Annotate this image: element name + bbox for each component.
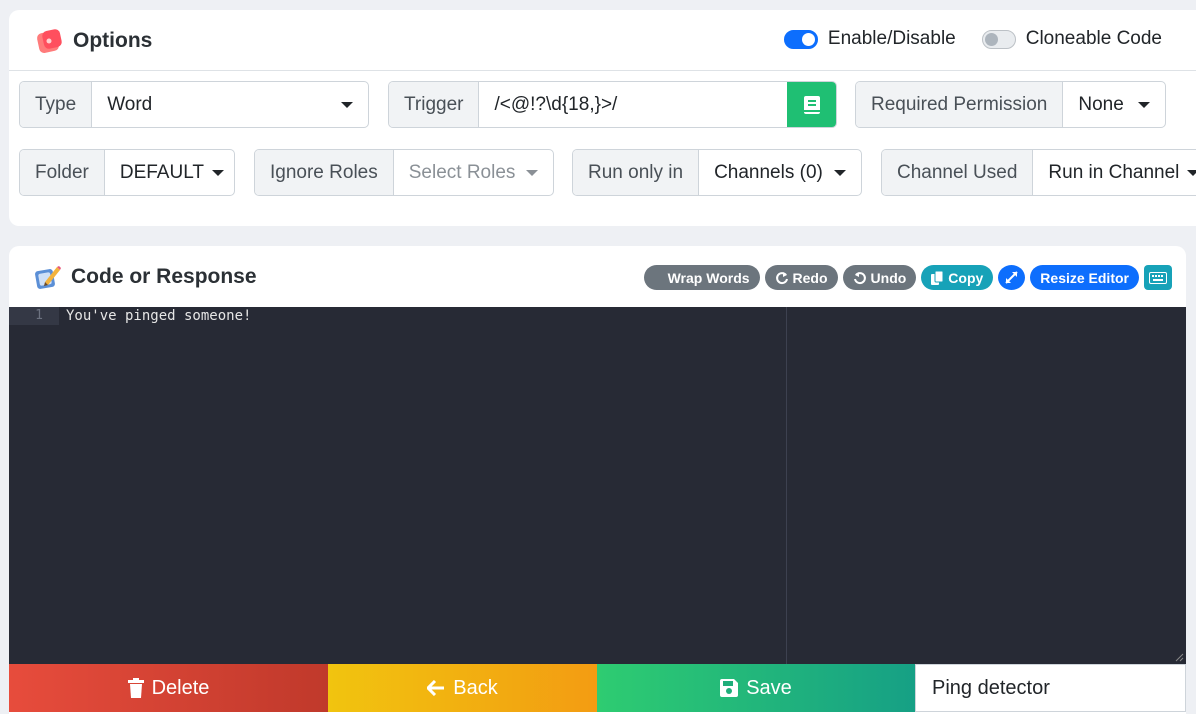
ignore-roles-select[interactable]: Select Roles bbox=[394, 150, 553, 195]
action-bar: Delete Back Save Ping detector bbox=[9, 664, 1186, 712]
save-label: Save bbox=[746, 676, 792, 699]
expand-icon bbox=[1005, 271, 1019, 284]
trigger-book-button[interactable] bbox=[787, 82, 836, 127]
active-line-gutter: 1 bbox=[9, 307, 59, 325]
channel-used-group: Channel Used Run in Channel bbox=[881, 149, 1196, 196]
channel-used-label: Channel Used bbox=[882, 150, 1034, 195]
copy-button[interactable]: Copy bbox=[921, 265, 994, 290]
folder-select[interactable]: DEFAULT bbox=[105, 150, 234, 195]
options-card: Options Enable/Disable Cloneable Code Ty… bbox=[9, 10, 1196, 226]
keyboard-icon bbox=[1149, 271, 1167, 284]
channel-used-value: Run in Channel bbox=[1048, 161, 1180, 183]
run-only-in-value: Channels (0) bbox=[714, 161, 823, 183]
chevron-down-icon bbox=[1138, 101, 1150, 108]
wrap-words-label: Wrap Words bbox=[667, 269, 750, 286]
options-header: Options bbox=[35, 26, 152, 56]
editor-gutter: 1 bbox=[9, 307, 59, 664]
line-number: 1 bbox=[35, 308, 43, 323]
code-line[interactable]: You've pinged someone! bbox=[66, 308, 251, 324]
chevron-down-icon bbox=[211, 169, 224, 176]
enable-label: Enable/Disable bbox=[827, 28, 956, 49]
options-divider bbox=[9, 70, 1196, 71]
book-icon bbox=[803, 95, 820, 114]
copy-icon bbox=[931, 270, 944, 285]
redo-label: Redo bbox=[792, 269, 828, 286]
pencil-note-icon bbox=[35, 266, 61, 289]
options-toggles: Enable/Disable Cloneable Code bbox=[783, 28, 1162, 50]
back-button[interactable]: Back bbox=[328, 664, 597, 712]
run-only-in-label: Run only in bbox=[573, 150, 700, 195]
type-value: Word bbox=[107, 93, 153, 115]
options-icon bbox=[37, 29, 62, 53]
chevron-down-icon bbox=[526, 169, 538, 176]
floppy-disk-icon bbox=[720, 679, 739, 697]
cloneable-switch[interactable] bbox=[981, 29, 1016, 49]
redo-icon bbox=[775, 271, 788, 284]
permission-label: Required Permission bbox=[856, 82, 1064, 127]
copy-label: Copy bbox=[948, 269, 984, 286]
cloneable-toggle[interactable]: Cloneable Code bbox=[981, 28, 1162, 50]
type-label: Type bbox=[20, 82, 93, 127]
arrow-left-icon bbox=[427, 680, 445, 696]
code-card: Code or Response Wrap Words Redo Undo Co… bbox=[9, 246, 1186, 714]
resize-grip-icon[interactable] bbox=[1174, 652, 1184, 662]
cloneable-label: Cloneable Code bbox=[1025, 28, 1162, 49]
delete-label: Delete bbox=[151, 676, 210, 699]
code-header: Code or Response bbox=[33, 262, 257, 292]
enable-toggle[interactable]: Enable/Disable bbox=[783, 28, 956, 50]
print-margin bbox=[786, 307, 787, 664]
code-title: Code or Response bbox=[71, 265, 257, 288]
ignore-roles-placeholder: Select Roles bbox=[408, 161, 516, 183]
folder-group: Folder DEFAULT bbox=[19, 149, 235, 196]
run-only-in-group: Run only in Channels (0) bbox=[572, 149, 862, 196]
chevron-down-icon bbox=[341, 101, 353, 108]
ignore-roles-group: Ignore Roles Select Roles bbox=[254, 149, 554, 196]
chevron-down-icon bbox=[1187, 169, 1196, 176]
trigger-group: Trigger /<@!?\d{18,}>/ bbox=[388, 81, 837, 128]
chevron-down-icon bbox=[834, 169, 846, 176]
permission-select[interactable]: None bbox=[1063, 82, 1165, 127]
keyboard-button[interactable] bbox=[1144, 265, 1172, 290]
run-only-in-select[interactable]: Channels (0) bbox=[699, 150, 861, 195]
permission-value: None bbox=[1078, 93, 1124, 115]
editor-toolbar: Wrap Words Redo Undo Copy Resize Editor bbox=[643, 265, 1172, 290]
resize-editor-button[interactable]: Resize Editor bbox=[1030, 265, 1139, 290]
back-label: Back bbox=[453, 676, 498, 699]
resize-editor-label: Resize Editor bbox=[1040, 269, 1129, 286]
folder-value: DEFAULT bbox=[119, 161, 204, 183]
trigger-label: Trigger bbox=[389, 82, 480, 127]
options-title: Options bbox=[73, 29, 153, 52]
trash-icon bbox=[127, 678, 144, 698]
permission-group: Required Permission None bbox=[855, 81, 1166, 128]
delete-button[interactable]: Delete bbox=[9, 664, 328, 712]
enable-switch[interactable] bbox=[783, 29, 818, 49]
redo-button[interactable]: Redo bbox=[764, 265, 838, 290]
trigger-input[interactable]: /<@!?\d{18,}>/ bbox=[479, 82, 787, 127]
wrap-words-button[interactable]: Wrap Words bbox=[643, 265, 760, 290]
undo-label: Undo bbox=[870, 269, 907, 286]
ignore-roles-label: Ignore Roles bbox=[255, 150, 394, 195]
save-button[interactable]: Save bbox=[597, 664, 915, 712]
code-name-input[interactable]: Ping detector bbox=[915, 664, 1186, 712]
type-select[interactable]: Word bbox=[92, 82, 368, 127]
expand-button[interactable] bbox=[998, 265, 1026, 290]
undo-button[interactable]: Undo bbox=[842, 265, 917, 290]
channel-used-select[interactable]: Run in Channel bbox=[1033, 150, 1196, 195]
code-editor[interactable]: 1 You've pinged someone! bbox=[9, 307, 1186, 664]
undo-icon bbox=[853, 271, 866, 284]
folder-label: Folder bbox=[20, 150, 105, 195]
type-group: Type Word bbox=[19, 81, 369, 128]
